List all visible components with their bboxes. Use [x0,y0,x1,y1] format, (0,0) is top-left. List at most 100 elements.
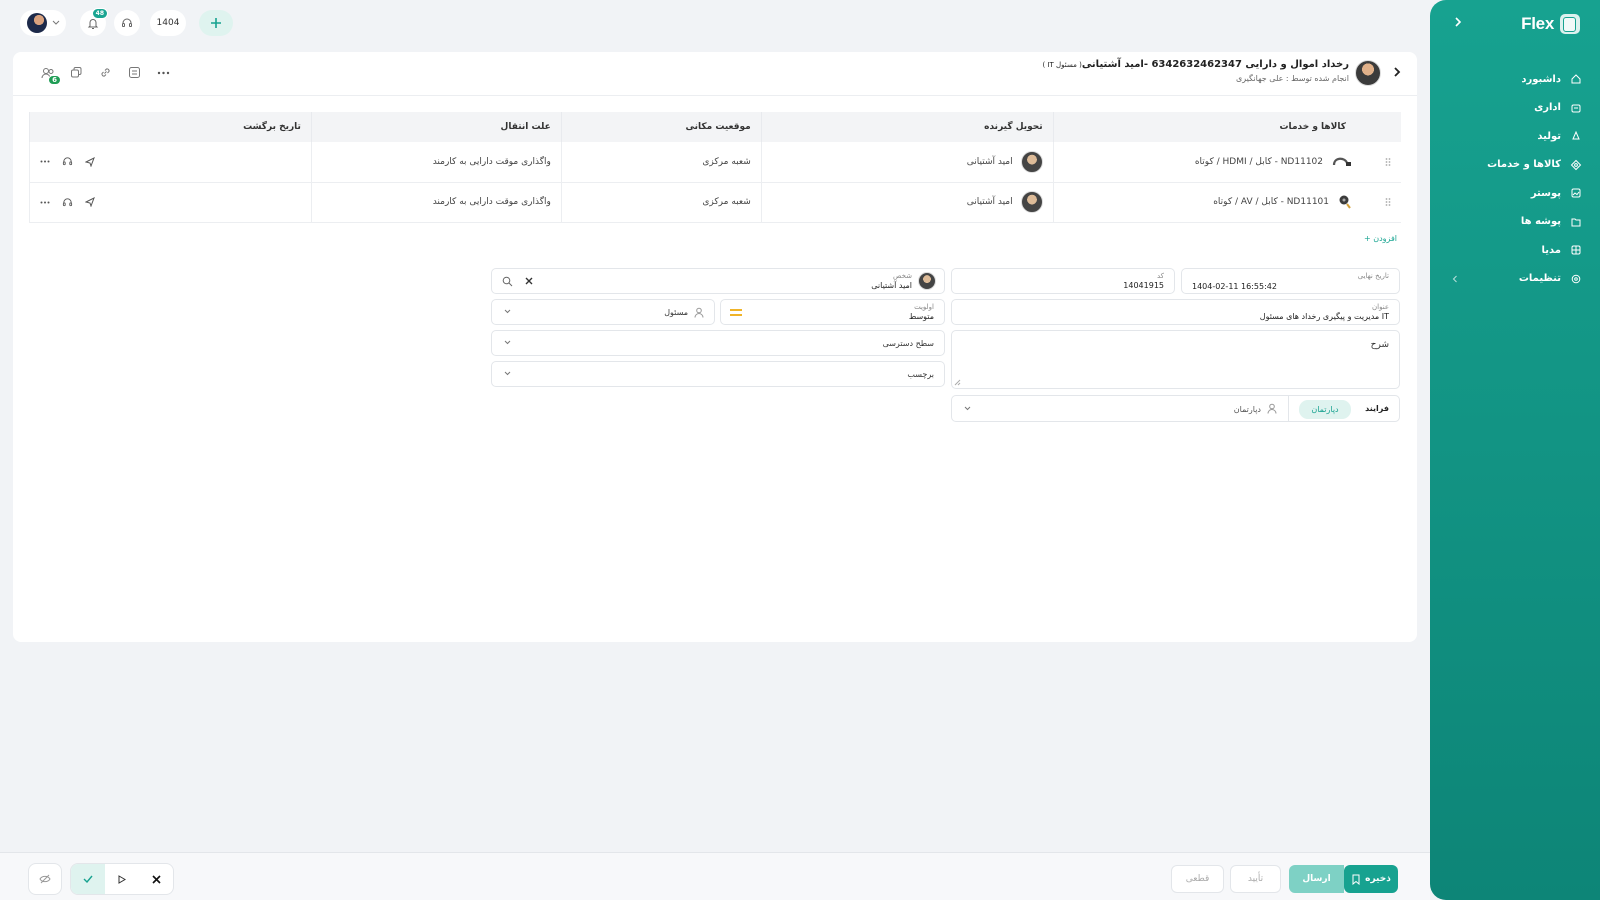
title-value: مدیریت و پیگیری رخداد های مسئول IT [1259,312,1389,321]
search-icon[interactable] [502,276,513,287]
production-icon [1570,130,1582,142]
add-row-label: افزودن [1373,234,1397,243]
column-header: تحویل گیرنده [760,112,1054,142]
sidebar-item-label: داشبورد [1521,73,1561,85]
description-field[interactable]: شرح [951,330,1400,389]
action-bar: ذخیره ارسال تأیید قطعی [0,852,1430,900]
sidebar-item-dashboard[interactable]: داشبورد [1430,65,1600,94]
home-icon [1570,73,1582,85]
brand[interactable]: Flex [1521,14,1580,34]
tag-field[interactable]: برچسب [491,361,945,387]
folder-icon [1570,216,1582,228]
reason-cell: واگذاری موقت دارایی به کارمند [310,142,562,183]
access-level-field[interactable]: سطح دسترسی [491,330,945,356]
save-label: ذخیره [1365,874,1391,884]
av-cable-image-icon [1337,194,1353,210]
record-title-role: ( مسئول IT ) [1042,61,1082,69]
record-subtitle: انجام شده توسط : علی جهانگیری [1235,74,1349,83]
hdmi-cable-image-icon [1331,155,1353,169]
deadline-value: 1404-02-11 16:55:42 [1192,282,1277,291]
sidebar-item-label: پوشه ها [1520,216,1561,228]
priority-label: اولویت [914,303,934,311]
responsible-field[interactable]: مسئول [491,299,715,325]
sidebar-item-office[interactable]: اداری [1430,94,1600,123]
save-button[interactable]: ذخیره [1344,865,1398,893]
more-icon[interactable] [155,64,172,81]
more-icon[interactable] [40,201,50,204]
tab-process[interactable]: فرایند [1365,404,1389,413]
approve-button[interactable]: تأیید [1230,865,1281,893]
record-title: رخداد اموال و دارایی 6342632462347 -امید… [1043,59,1350,83]
goods-icon [1570,159,1582,171]
sidebar-item-folders[interactable]: پوشه ها [1430,208,1600,237]
followers-button[interactable]: 6 [39,64,61,85]
priority-value: متوسط [908,312,934,321]
notifications-badge: 48 [91,8,108,19]
table-row[interactable]: ND11101 - کابل / AV / کوتاه امید آشتیانی… [29,182,1401,223]
close-icon[interactable] [139,864,173,894]
deadline-field[interactable]: تاریخ نهایی 1404-02-11 16:55:42 [1181,268,1400,294]
add-row-button[interactable]: + افزودن [1364,234,1397,243]
resize-handle-icon[interactable] [954,379,961,386]
responsible-placeholder: مسئول [664,308,688,317]
send-icon[interactable] [85,197,95,207]
check-icon[interactable] [71,864,105,894]
add-new-button[interactable] [199,10,233,36]
user-menu[interactable] [20,10,66,36]
chevron-down-icon[interactable] [504,309,511,314]
send-icon[interactable] [85,156,95,167]
table-row[interactable]: ND11102 - کابل / HDMI / کوتاه امید آشتیا… [29,142,1401,183]
chevron-down-icon[interactable] [504,340,511,345]
department-placeholder: دپارتمان [1233,405,1261,414]
item-name: ND11102 - کابل / HDMI / کوتاه [1194,156,1323,167]
chevron-down-icon[interactable] [964,406,971,411]
notifications-button[interactable]: 48 [80,8,108,36]
sidebar-nav: داشبورد اداری تولید کالاها و خدمات پوستر… [1430,65,1600,293]
play-icon[interactable] [105,864,139,894]
code-label: کد [1156,272,1164,280]
record-header: رخداد اموال و دارایی 6342632462347 -امید… [13,52,1417,96]
office-icon [1570,102,1582,114]
sidebar-item-poster[interactable]: پوستر [1430,179,1600,208]
title-field[interactable]: عنوان مدیریت و پیگیری رخداد های مسئول IT [951,299,1400,325]
chevron-down-icon [52,20,60,26]
poster-icon [1570,187,1582,199]
clear-icon[interactable] [525,277,533,285]
sidebar-item-settings[interactable]: تنظیمات [1430,265,1600,294]
checklist-icon[interactable] [126,64,143,81]
code-field[interactable]: کد 14041915 [951,268,1175,294]
bookmark-icon [1351,874,1361,885]
access-level-placeholder: سطح دسترسی [882,339,934,348]
headset-icon[interactable] [62,156,73,167]
chevron-down-icon[interactable] [504,371,511,376]
item-name: ND11101 - کابل / AV / کوتاه [1213,197,1329,207]
sidebar-collapse-icon[interactable] [1450,14,1466,30]
chevron-right-icon[interactable] [1393,67,1401,77]
link-icon[interactable] [97,64,114,81]
send-label: ارسال [1302,874,1331,884]
priority-field[interactable]: اولویت متوسط [720,299,945,325]
support-button[interactable] [114,10,140,36]
year-selector[interactable]: 1404 [150,10,186,36]
sidebar-item-goods[interactable]: کالاها و خدمات [1430,151,1600,180]
person-field[interactable]: شخص امید آشتیانی [491,268,945,294]
process-department-field: فرایند دپارتمان دپارتمان [951,395,1400,422]
send-button[interactable]: ارسال [1289,865,1344,893]
visibility-button[interactable] [28,863,62,895]
column-header: علت انتقال [310,112,562,142]
drag-handle-icon[interactable] [1385,197,1391,207]
item-cell: ND11102 - کابل / HDMI / کوتاه [1052,142,1401,183]
sidebar-item-label: اداری [1534,102,1561,114]
final-button[interactable]: قطعی [1171,865,1224,893]
receiver-cell: امید آشتیانی [760,142,1054,183]
drag-handle-icon[interactable] [1385,157,1391,167]
person-value: امید آشتیانی [871,281,912,290]
tab-department[interactable]: دپارتمان [1299,400,1351,419]
headset-icon[interactable] [62,197,73,208]
sidebar-item-production[interactable]: تولید [1430,122,1600,151]
chevron-left-icon [1452,275,1458,283]
column-header: موقعیت مکانی [560,112,762,142]
copy-icon[interactable] [68,64,85,81]
sidebar-item-media[interactable]: مدیا [1430,236,1600,265]
more-icon[interactable] [40,160,50,163]
